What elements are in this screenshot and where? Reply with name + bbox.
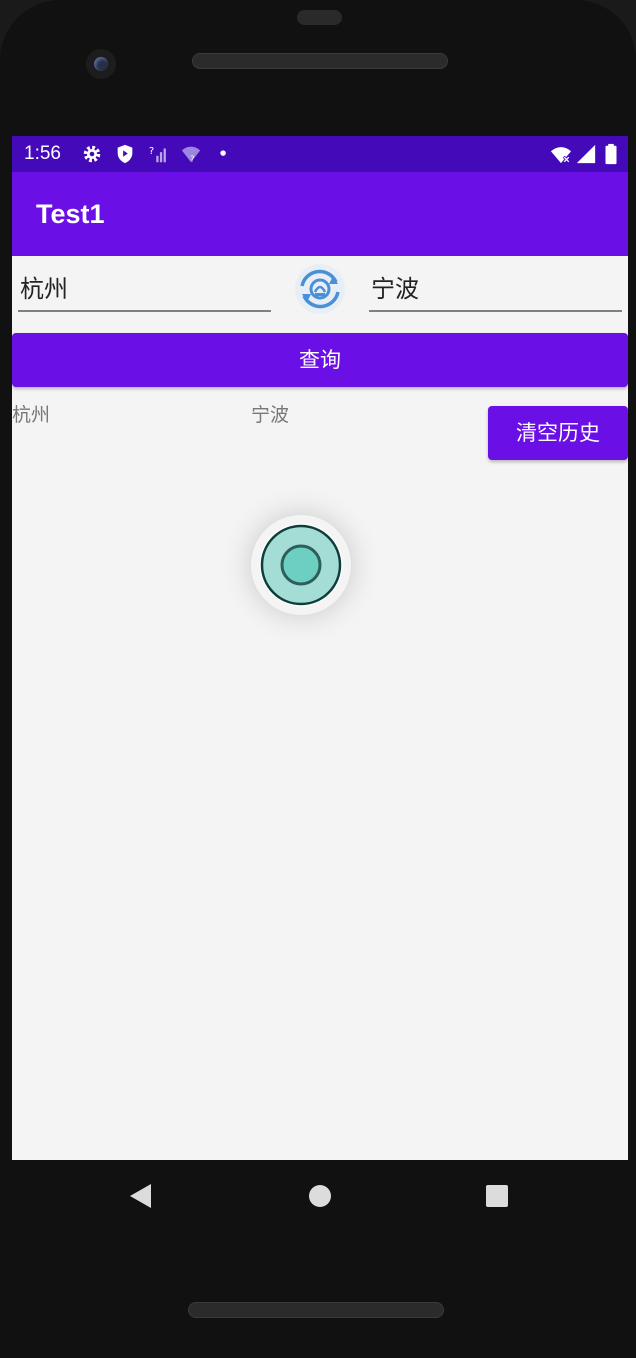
recents-icon[interactable] [486,1185,508,1207]
history-from-city[interactable]: 杭州 [12,400,50,427]
status-bar: 1:56 ? ? [12,136,628,172]
signal-question-icon: ? [149,146,166,163]
wifi-off-icon [550,147,572,164]
clear-history-button[interactable]: 清空历史 [488,406,628,460]
status-time: 1:56 [24,143,61,164]
app-title: Test1 [36,199,105,229]
svg-text:?: ? [190,153,194,163]
app-bar: Test1 [12,172,628,256]
front-camera [86,49,116,79]
battery-icon [605,143,617,165]
from-city-input[interactable]: 杭州 [18,266,271,312]
gear-icon [83,145,101,163]
dot-icon [220,150,226,156]
svg-text:?: ? [149,146,154,157]
cell-signal-icon [576,144,596,164]
to-city-input[interactable]: 宁波 [369,266,622,312]
swap-cities-icon[interactable] [293,262,347,316]
history-to-city[interactable]: 宁波 [251,400,289,427]
touch-point-icon [259,523,343,607]
bottom-speaker [188,1302,444,1318]
home-icon[interactable] [308,1184,332,1208]
app-screen: 1:56 ? ? Test1 杭州 宁波 查询 杭州 宁波 清空历史 [12,136,628,1160]
back-icon[interactable] [128,1183,154,1209]
wifi-question-icon: ? [181,146,201,163]
touch-indicator [251,515,351,615]
query-button[interactable]: 查询 [12,333,628,387]
phone-frame: 1:56 ? ? Test1 杭州 宁波 查询 杭州 宁波 清空历史 [0,0,636,1358]
sensor-pill [297,10,342,25]
shield-icon [117,144,133,164]
earpiece-speaker [192,53,448,69]
